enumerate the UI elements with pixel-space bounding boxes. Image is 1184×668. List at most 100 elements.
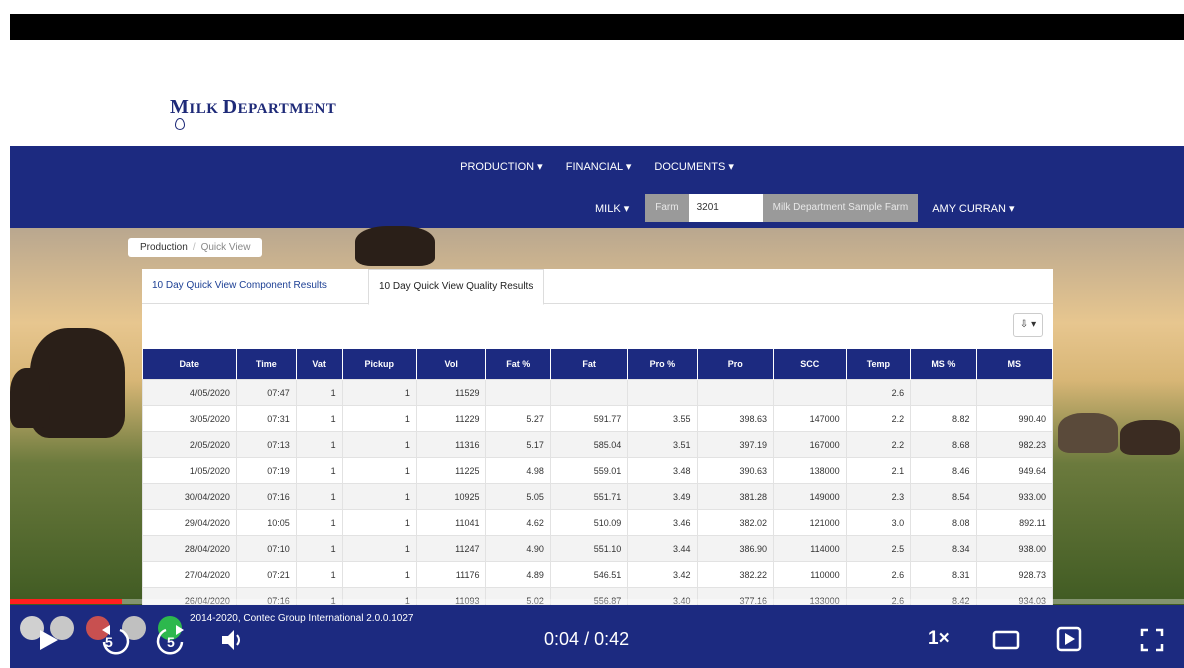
farm-name: Milk Department Sample Farm [762,194,919,222]
drop-icon [175,118,185,130]
secondary-nav: MILK ▾ Farm 3201 Milk Department Sample … [595,194,1015,222]
table-cell: 07:21 [235,561,297,588]
column-header[interactable]: Pro [697,349,774,380]
table-cell: 07:31 [235,405,297,432]
table-cell: 1 [341,535,417,562]
volume-button[interactable] [220,628,246,657]
table-cell: 4.89 [485,561,551,588]
table-cell: 10:05 [235,509,297,536]
table-cell: 07:16 [235,483,297,510]
table-cell: 5.27 [485,405,551,432]
table-cell [910,379,977,406]
user-menu[interactable]: AMY CURRAN ▾ [932,202,1014,215]
table-cell: 982.23 [975,431,1054,458]
tab-component-results[interactable]: 10 Day Quick View Component Results [142,269,337,303]
table-row[interactable]: 1/05/2020 07:19 1 1 11225 4.98 559.01 3.48 390.6… [142,457,1054,484]
cow-image [1058,413,1118,453]
video-progress-bar[interactable] [10,599,1184,604]
table-cell: 386.90 [696,535,774,562]
column-header[interactable]: Date [142,349,237,380]
table-cell: 1 [341,405,417,432]
table-cell: 4.90 [485,535,551,562]
table-row[interactable]: 3/05/2020 07:31 1 1 11229 5.27 591.77 3.55 398.6… [142,405,1054,432]
column-header[interactable]: Pickup [342,349,417,380]
table-cell: 1/05/2020 [142,457,237,484]
table-cell: 8.68 [910,431,977,458]
fullscreen-button[interactable] [1140,628,1164,657]
table-row[interactable]: 2/05/2020 07:13 1 1 11316 5.17 585.04 3.51 397.1… [142,431,1054,458]
column-header[interactable]: Fat % [485,349,551,380]
table-cell: 1 [341,431,417,458]
table-row[interactable]: 28/04/2020 07:10 1 1 11247 4.90 551.10 3.44 386.… [142,535,1054,562]
table-body: 4/05/2020 07:47 1 1 11529 2.6 3/05/2020 07:31 1 1… [142,379,1054,614]
table-cell: 5.17 [485,431,551,458]
table-cell: 381.28 [696,483,774,510]
column-header[interactable]: MS % [910,349,977,380]
table-cell: 892.11 [975,509,1054,536]
nav-production[interactable]: PRODUCTION ▾ [460,160,543,173]
export-button[interactable]: ⇩ ▾ [1013,313,1043,337]
table-cell [975,379,1054,406]
table-cell: 3.42 [627,561,698,588]
nav-milk[interactable]: MILK ▾ [595,202,629,215]
table-cell: 1 [341,457,417,484]
table-cell: 1 [341,483,417,510]
nav-documents[interactable]: DOCUMENTS ▾ [654,160,733,173]
table-row[interactable]: 27/04/2020 07:21 1 1 11176 4.89 546.51 3.42 382.… [142,561,1054,588]
play-button[interactable] [38,628,60,657]
speed-button[interactable]: 1× [928,628,950,650]
table-cell: 4.98 [485,457,551,484]
farm-input[interactable]: 3201 [688,194,763,222]
miniplayer-button[interactable] [1056,626,1082,657]
forward-5-button[interactable]: 5 [156,622,190,663]
rewind-5-button[interactable]: 5 [96,622,130,663]
column-header[interactable]: Vat [296,349,343,380]
column-header[interactable]: Time [236,349,297,380]
table-cell: 8.31 [910,561,977,588]
table-cell: 8.54 [910,483,977,510]
nav-financial[interactable]: FINANCIAL ▾ [566,160,632,173]
cow-image [1120,420,1180,455]
table-cell: 2/05/2020 [142,431,237,458]
table-cell: 1 [295,457,343,484]
table-cell: 07:47 [235,379,297,406]
column-header[interactable]: Temp [846,349,912,380]
table-cell: 1 [295,561,343,588]
main-navbar: PRODUCTION ▾ FINANCIAL ▾ DOCUMENTS ▾ MIL… [10,146,1184,228]
theater-button[interactable] [992,630,1020,655]
table-cell: 8.82 [910,405,977,432]
table-cell: 382.22 [696,561,774,588]
table-row[interactable]: 29/04/2020 10:05 1 1 11041 4.62 510.09 3.46 382.… [142,509,1054,536]
table-cell: 585.04 [549,431,629,458]
table-cell: 546.51 [549,561,629,588]
tab-quality-results[interactable]: 10 Day Quick View Quality Results [368,269,545,305]
table-cell: 11041 [415,509,487,536]
table-cell: 3.0 [845,509,912,536]
brand-logo: MILK DEPARTMENT [170,96,336,130]
results-table: Date Time Vat Pickup Vol Fat % Fat Pro %… [142,349,1054,614]
table-cell: 3.44 [627,535,698,562]
table-cell: 559.01 [549,457,629,484]
table-cell: 933.00 [975,483,1054,510]
video-progress-fill [10,599,122,604]
table-cell: 2.2 [845,431,912,458]
table-row[interactable]: 30/04/2020 07:16 1 1 10925 5.05 551.71 3.49 381.… [142,483,1054,510]
table-cell: 30/04/2020 [142,483,237,510]
column-header[interactable]: MS [976,349,1054,380]
table-cell: 1 [295,535,343,562]
column-header[interactable]: Fat [550,349,629,380]
table-cell: 11225 [415,457,487,484]
table-cell: 397.19 [696,431,774,458]
cow-image [355,226,435,266]
table-cell: 2.6 [845,379,912,406]
table-cell: 1 [341,561,417,588]
table-row[interactable]: 4/05/2020 07:47 1 1 11529 2.6 [142,379,1054,406]
results-panel: 10 Day Quick View Component Results 10 D… [142,269,1054,614]
column-header[interactable]: SCC [773,349,847,380]
table-cell: 398.63 [696,405,774,432]
breadcrumb-parent[interactable]: Production [140,242,188,253]
column-header[interactable]: Vol [416,349,487,380]
column-header[interactable]: Pro % [627,349,698,380]
theater-icon [992,630,1020,650]
play-icon [40,630,58,650]
